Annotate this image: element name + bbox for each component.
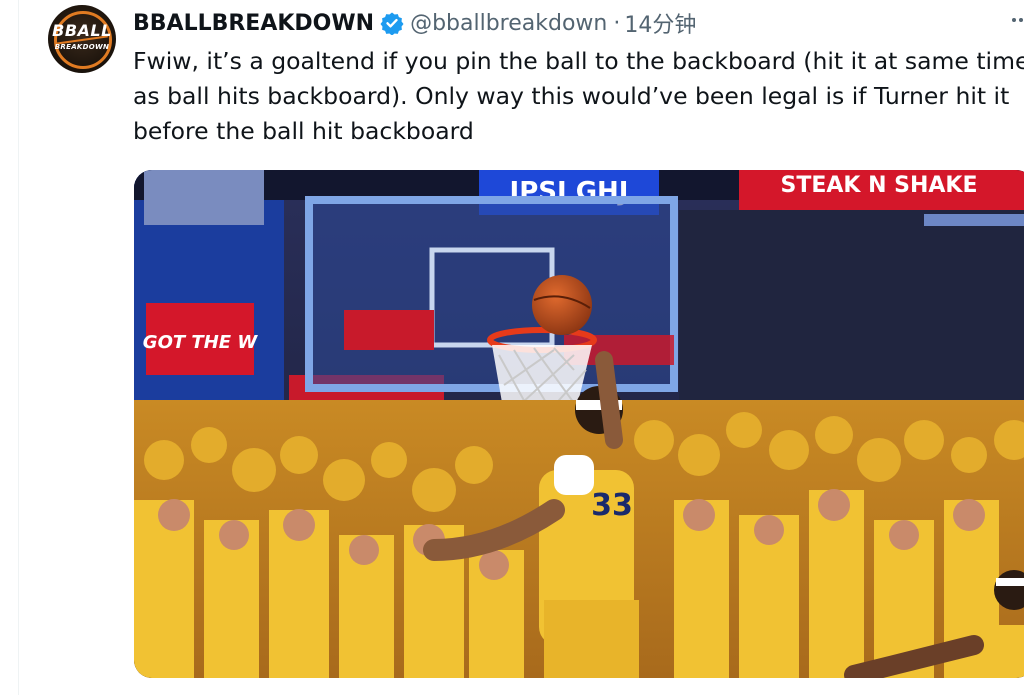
video-frame: IPSI GHJ STEAK N SHAKE GOT THE W 33: [134, 170, 1024, 678]
tweet-timestamp[interactable]: 14分钟: [624, 7, 696, 39]
sign-left-red-text: GOT THE W: [143, 332, 259, 353]
author-display-name[interactable]: BBALLBREAKDOWN: [133, 11, 374, 36]
separator-dot: ·: [613, 10, 621, 36]
author-avatar[interactable]: BBALL BREAKDOWN: [48, 5, 116, 73]
more-icon[interactable]: [1010, 10, 1024, 30]
tweet-text: Fwiw, it’s a goaltend if you pin the bal…: [133, 47, 1024, 145]
avatar-logo-text-top: BBALL: [52, 21, 112, 40]
timeline-border: [18, 0, 19, 695]
verified-badge-icon: [380, 12, 404, 35]
jersey-number: 33: [591, 488, 633, 523]
avatar-logo-text-bottom: BREAKDOWN: [54, 43, 110, 51]
sign-top-right-text: STEAK N SHAKE: [780, 173, 977, 198]
tweet-video[interactable]: IPSI GHJ STEAK N SHAKE GOT THE W 33: [134, 170, 1024, 678]
tweet-header: BBALLBREAKDOWN @bballbreakdown · 14分钟: [133, 7, 696, 39]
author-handle[interactable]: @bballbreakdown: [410, 11, 607, 36]
scoreboard-panel: [144, 170, 264, 225]
